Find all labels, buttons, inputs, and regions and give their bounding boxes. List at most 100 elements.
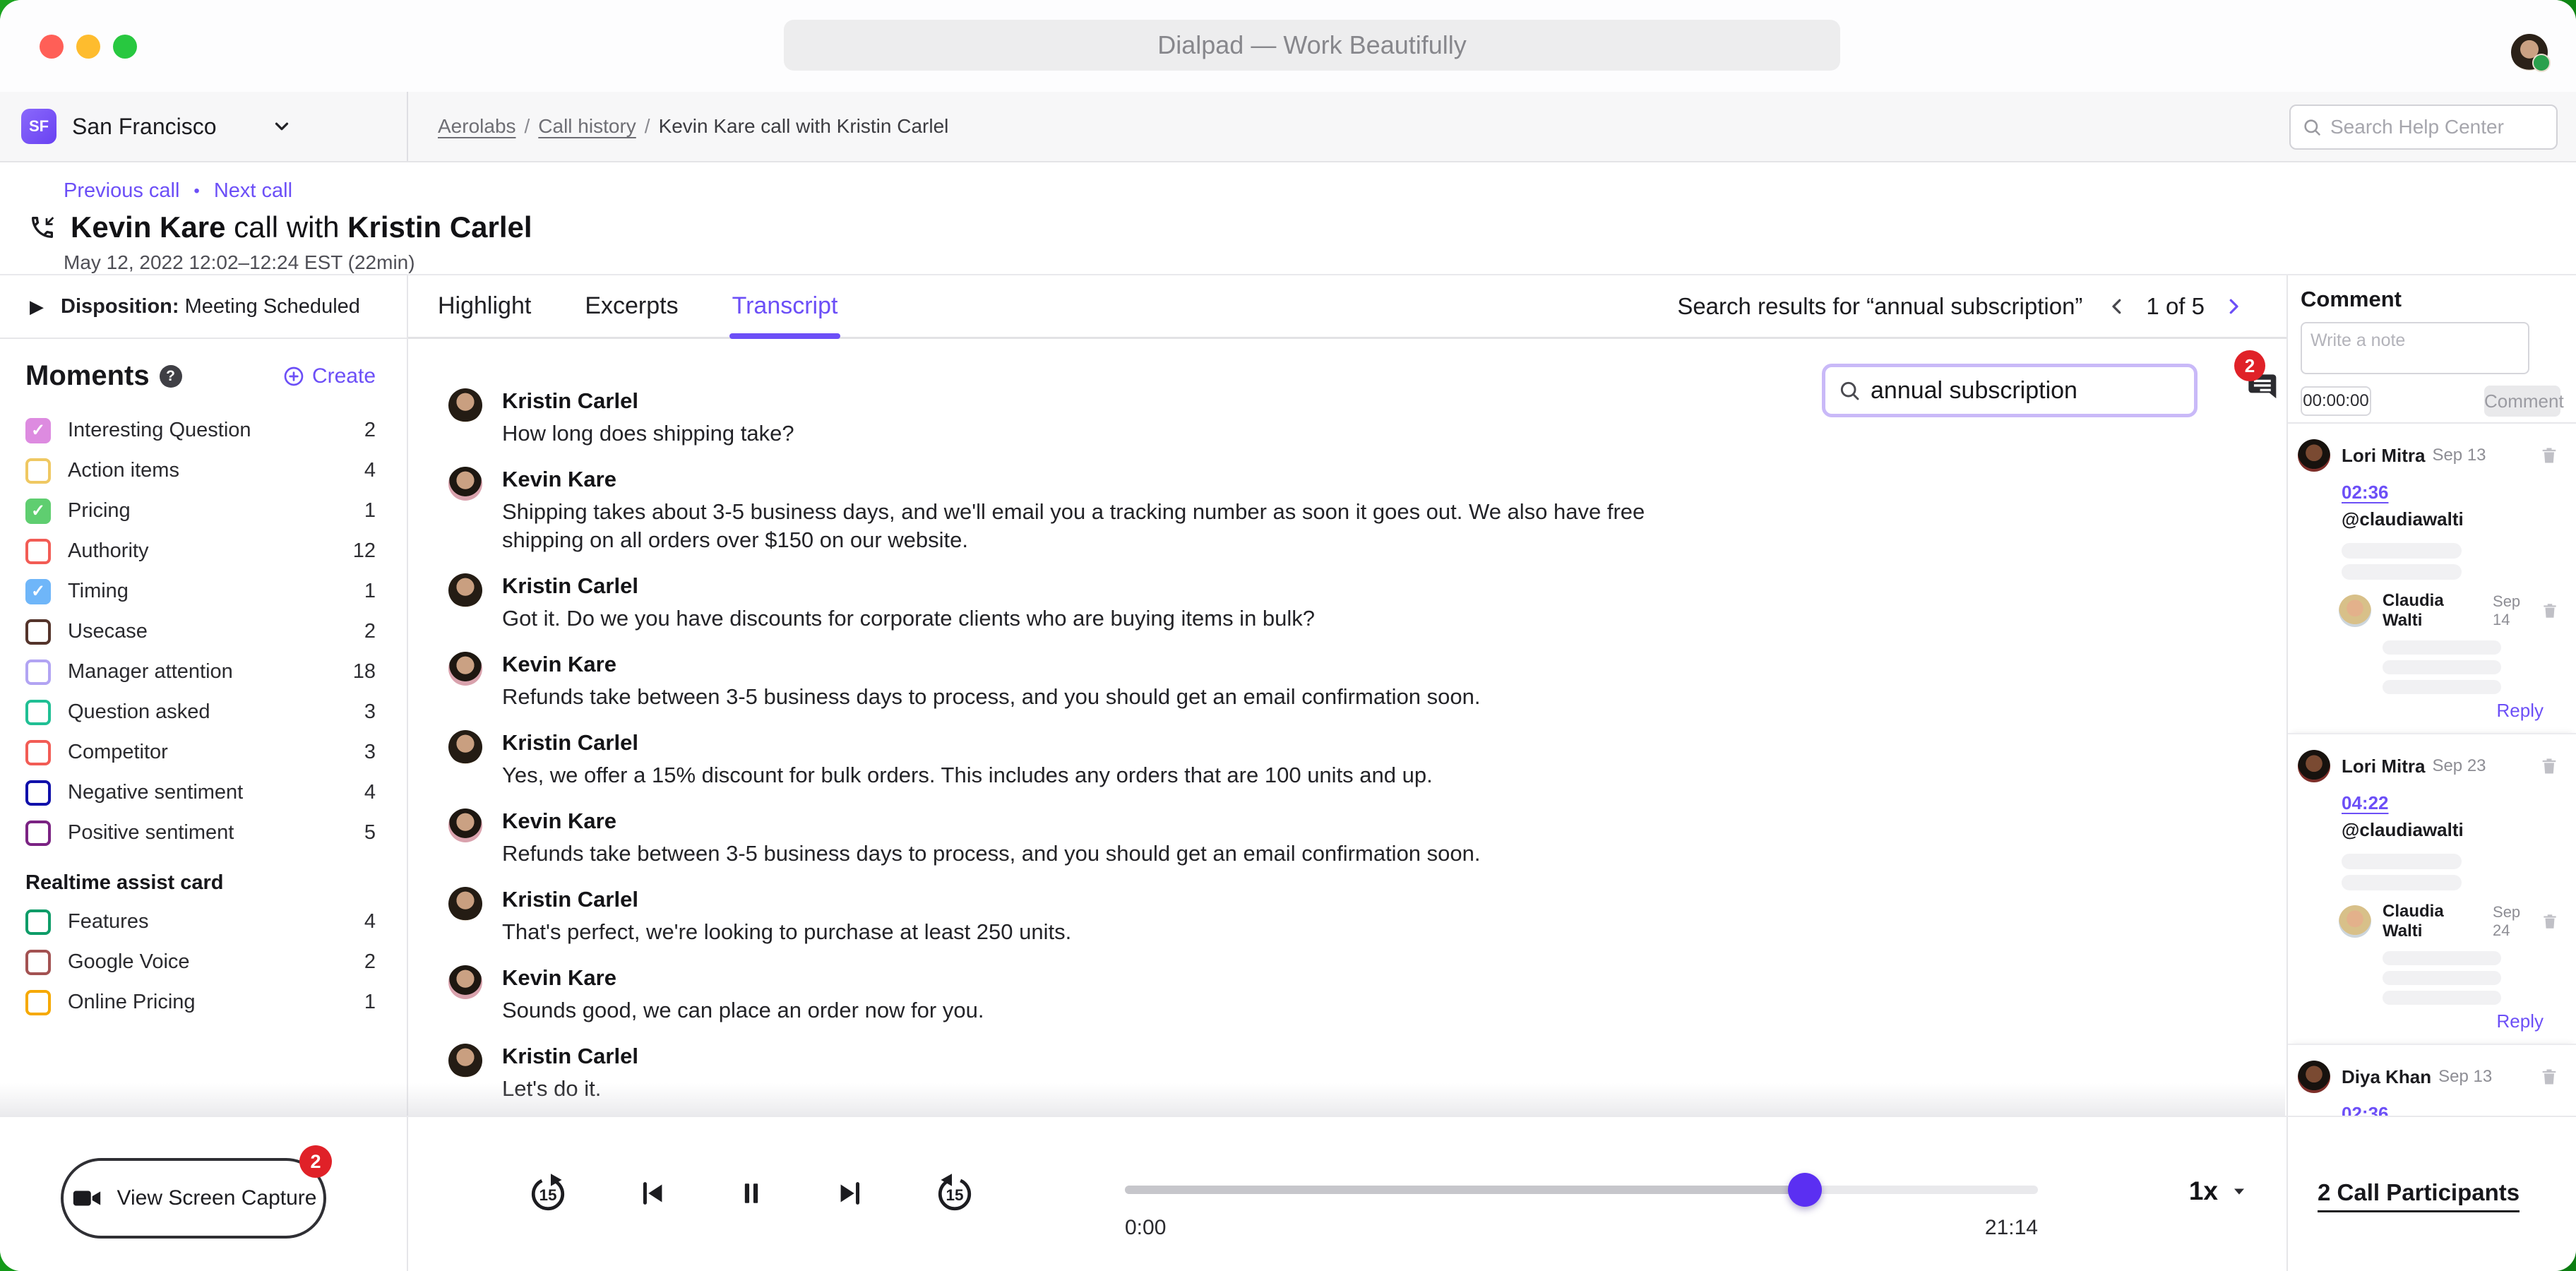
view-screen-capture-button[interactable]: View Screen Capture 2 — [61, 1158, 326, 1239]
checkbox-unchecked[interactable]: ✓ — [25, 821, 51, 846]
chevron-left-icon[interactable] — [2106, 296, 2128, 317]
mention[interactable]: @claudiawalti — [2342, 508, 2464, 530]
comments-title: Comment — [2301, 287, 2562, 312]
checkbox-unchecked[interactable]: ✓ — [25, 700, 51, 725]
comment-submit-button[interactable]: Comment — [2484, 386, 2560, 417]
checkbox-unchecked[interactable]: ✓ — [25, 660, 51, 685]
skip-forward-15-icon[interactable]: 15 — [527, 1172, 569, 1215]
tab-transcript[interactable]: Transcript — [732, 275, 838, 337]
realtime-assist-title: Realtime assist card — [25, 871, 376, 895]
next-track-icon[interactable] — [834, 1177, 866, 1210]
slider-fill — [1125, 1186, 1805, 1194]
moment-row-features[interactable]: ✓ Features 4 — [25, 902, 376, 942]
call-participants-link[interactable]: 2 Call Participants — [2318, 1179, 2520, 1212]
next-call-link[interactable]: Next call — [214, 179, 292, 203]
timestamp-link[interactable]: 02:36 — [2342, 482, 2389, 503]
skip-back-15-icon[interactable]: 15 — [934, 1172, 976, 1215]
help-icon[interactable]: ? — [160, 365, 182, 388]
office-name: San Francisco — [72, 114, 217, 140]
moment-count: 1 — [364, 991, 376, 1014]
previous-call-link[interactable]: Previous call — [64, 179, 179, 203]
moments-title: Moments — [25, 360, 150, 392]
comment-threads[interactable]: Lori Mitra Sep 13 02:36 @claudiawalti — [2288, 424, 2576, 1116]
transcript-entry: Kevin KareRefunds take between 3-5 busin… — [448, 808, 2258, 868]
avatar — [2339, 905, 2371, 938]
svg-text:15: 15 — [539, 1186, 556, 1204]
timestamp-link[interactable]: 04:22 — [2342, 792, 2389, 813]
checkbox-checked[interactable]: ✓ — [25, 579, 51, 604]
trash-icon[interactable] — [2541, 602, 2559, 620]
moment-row-action-items[interactable]: ✓ Action items 4 — [25, 450, 376, 491]
tab-highlight[interactable]: Highlight — [438, 275, 531, 337]
trash-icon[interactable] — [2541, 912, 2559, 931]
checkbox-unchecked[interactable]: ✓ — [25, 780, 51, 806]
trash-icon[interactable] — [2539, 1067, 2559, 1087]
moment-row-timing[interactable]: ✓ Timing 1 — [25, 571, 376, 611]
breadcrumb-link-call-history[interactable]: Call history — [538, 115, 636, 138]
checkbox-unchecked[interactable]: ✓ — [25, 909, 51, 935]
create-moment-button[interactable]: Create — [282, 364, 376, 388]
minimize-window-button[interactable] — [76, 35, 100, 59]
reply-link[interactable]: Reply — [2298, 1010, 2544, 1032]
tab-excerpts[interactable]: Excerpts — [585, 275, 678, 337]
mention[interactable]: @claudiawalti — [2342, 819, 2464, 840]
transcript-entry: Kevin KareSounds good, we can place an o… — [448, 965, 2258, 1025]
sidebar: ▶ Disposition: Meeting Scheduled Moments… — [0, 275, 408, 1116]
user-avatar[interactable] — [2511, 34, 2548, 71]
note-input[interactable] — [2310, 330, 2520, 366]
office-switcher[interactable]: SF San Francisco — [0, 92, 408, 161]
timestamp-field[interactable]: 00:00:00 — [2301, 386, 2371, 416]
comment-reply: Claudia Walti Sep 24 — [2339, 902, 2563, 1005]
playback-speed-selector[interactable]: 1x — [2189, 1176, 2249, 1206]
slider-thumb[interactable] — [1788, 1173, 1822, 1207]
moment-row-competitor[interactable]: ✓ Competitor 3 — [25, 732, 376, 772]
chevron-right-icon[interactable] — [2223, 296, 2244, 317]
checkbox-unchecked[interactable]: ✓ — [25, 458, 51, 484]
zoom-window-button[interactable] — [113, 35, 137, 59]
checkbox-checked[interactable]: ✓ — [25, 418, 51, 443]
video-camera-icon — [71, 1182, 103, 1215]
breadcrumb-link-aerolabs[interactable]: Aerolabs — [438, 115, 516, 138]
help-search-input[interactable] — [2330, 116, 2545, 138]
trash-icon[interactable] — [2539, 446, 2559, 465]
avatar — [2298, 750, 2330, 782]
redacted-text-placeholder — [2383, 951, 2563, 1005]
moment-row-question-asked[interactable]: ✓ Question asked 3 — [25, 692, 376, 732]
checkbox-checked[interactable]: ✓ — [25, 499, 51, 524]
moment-row-online-pricing[interactable]: ✓ Online Pricing 1 — [25, 982, 376, 1022]
transcript-list[interactable]: Kristin CarlelHow long does shipping tak… — [408, 339, 2286, 1116]
previous-track-icon[interactable] — [636, 1177, 669, 1210]
avatar — [448, 808, 482, 842]
phone-incoming-icon — [28, 213, 56, 241]
browser-address-pill[interactable]: Dialpad — Work Beautifully — [784, 20, 1840, 71]
chevron-down-icon — [271, 116, 292, 137]
help-center-search[interactable] — [2289, 105, 2558, 150]
moment-row-manager-attention[interactable]: ✓ Manager attention 18 — [25, 652, 376, 692]
checkbox-unchecked[interactable]: ✓ — [25, 539, 51, 564]
moment-row-usecase[interactable]: ✓ Usecase 2 — [25, 611, 376, 652]
moment-row-negative-sentiment[interactable]: ✓ Negative sentiment 4 — [25, 772, 376, 813]
close-window-button[interactable] — [40, 35, 64, 59]
comment-thread: Diya Khan Sep 13 02:36 @clairereynolds I… — [2288, 1044, 2576, 1116]
moment-row-pricing[interactable]: ✓ Pricing 1 — [25, 491, 376, 531]
transcript-entry: Kevin KareShipping takes about 3-5 busin… — [448, 467, 2258, 554]
disposition-row[interactable]: ▶ Disposition: Meeting Scheduled — [0, 275, 407, 339]
playback-slider[interactable]: 0:00 21:14 — [1125, 1117, 2038, 1271]
checkbox-unchecked[interactable]: ✓ — [25, 619, 51, 645]
moment-row-authority[interactable]: ✓ Authority 12 — [25, 531, 376, 571]
checkbox-unchecked[interactable]: ✓ — [25, 950, 51, 975]
search-results-label: Search results for “annual subscription” — [1677, 293, 2082, 320]
checkbox-unchecked[interactable]: ✓ — [25, 740, 51, 765]
checkbox-unchecked[interactable]: ✓ — [25, 990, 51, 1015]
moment-row-positive-sentiment[interactable]: ✓ Positive sentiment 5 — [25, 813, 376, 853]
avatar — [448, 467, 482, 501]
avatar — [2298, 439, 2330, 472]
pause-icon[interactable] — [736, 1178, 767, 1209]
breadcrumb: Aerolabs / Call history / Kevin Kare cal… — [408, 92, 948, 161]
slider-track[interactable] — [1125, 1186, 2038, 1194]
timestamp-link[interactable]: 02:36 — [2342, 1103, 2389, 1116]
trash-icon[interactable] — [2539, 756, 2559, 776]
moment-row-google-voice[interactable]: ✓ Google Voice 2 — [25, 942, 376, 982]
moment-row-interesting-question[interactable]: ✓ Interesting Question 2 — [25, 410, 376, 450]
reply-link[interactable]: Reply — [2298, 700, 2544, 722]
